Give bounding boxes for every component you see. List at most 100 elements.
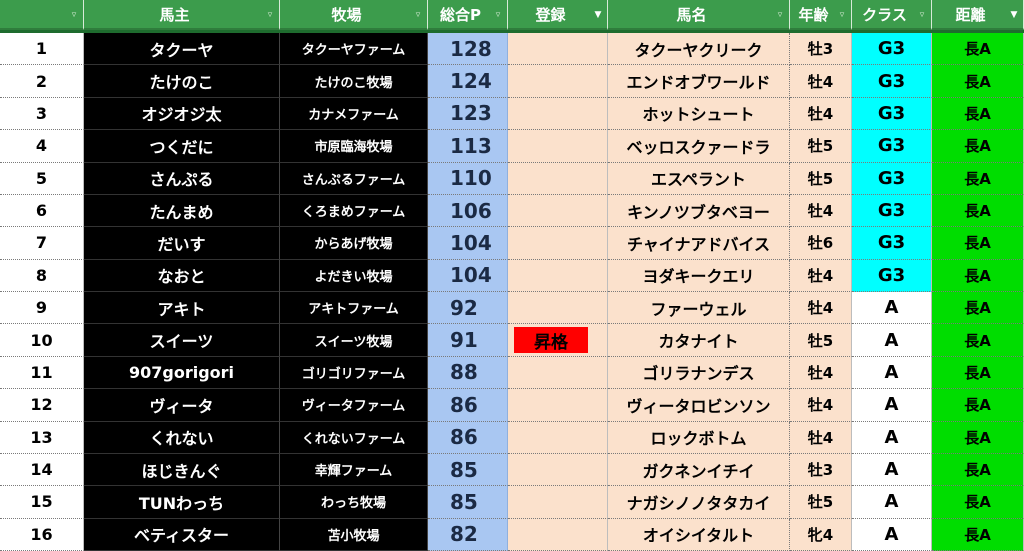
farm-cell[interactable]: 苫小牧場 bbox=[280, 518, 428, 551]
points-cell[interactable]: 104 bbox=[428, 259, 508, 292]
age-cell[interactable]: 牡5 bbox=[790, 486, 852, 519]
horse-name-cell[interactable]: ファーウェル bbox=[608, 292, 790, 325]
owner-cell[interactable]: ヴィータ bbox=[84, 389, 280, 422]
class-cell[interactable]: G3 bbox=[852, 162, 932, 195]
points-cell[interactable]: 92 bbox=[428, 292, 508, 325]
rank-cell[interactable]: 16 bbox=[0, 518, 84, 551]
horse-name-cell[interactable]: エスペラント bbox=[608, 162, 790, 195]
owner-cell[interactable]: 907gorigori bbox=[84, 356, 280, 390]
horse-name-cell[interactable]: ホットシュート bbox=[608, 97, 790, 131]
registration-cell[interactable] bbox=[508, 65, 608, 98]
horse-name-cell[interactable]: ナガシノノタタカイ bbox=[608, 486, 790, 519]
points-cell[interactable]: 106 bbox=[428, 194, 508, 228]
farm-cell[interactable]: アキトファーム bbox=[280, 292, 428, 325]
age-cell[interactable]: 牡4 bbox=[790, 259, 852, 292]
filter-dropdown-icon[interactable]: ▿ bbox=[69, 10, 79, 20]
points-cell[interactable]: 86 bbox=[428, 421, 508, 454]
farm-cell[interactable]: タクーヤファーム bbox=[280, 33, 428, 66]
age-cell[interactable]: 牡4 bbox=[790, 389, 852, 422]
header-registration[interactable]: 登録 ▼ bbox=[508, 0, 608, 30]
distance-cell[interactable]: 長A bbox=[932, 453, 1024, 487]
points-cell[interactable]: 104 bbox=[428, 227, 508, 260]
horse-name-cell[interactable]: オイシイタルト bbox=[608, 518, 790, 551]
distance-cell[interactable]: 長A bbox=[932, 324, 1024, 357]
registration-cell[interactable] bbox=[508, 130, 608, 163]
distance-cell[interactable]: 長A bbox=[932, 162, 1024, 195]
rank-cell[interactable]: 4 bbox=[0, 130, 84, 163]
horse-name-cell[interactable]: ガクネンイチイ bbox=[608, 453, 790, 487]
distance-cell[interactable]: 長A bbox=[932, 356, 1024, 390]
farm-cell[interactable]: わっち牧場 bbox=[280, 486, 428, 519]
class-cell[interactable]: A bbox=[852, 389, 932, 422]
class-cell[interactable]: G3 bbox=[852, 259, 932, 292]
registration-cell[interactable] bbox=[508, 389, 608, 422]
class-cell[interactable]: A bbox=[852, 324, 932, 357]
owner-cell[interactable]: くれない bbox=[84, 421, 280, 454]
rank-cell[interactable]: 14 bbox=[0, 453, 84, 487]
filter-dropdown-icon[interactable]: ▿ bbox=[775, 10, 785, 20]
class-cell[interactable]: A bbox=[852, 486, 932, 519]
owner-cell[interactable]: つくだに bbox=[84, 130, 280, 163]
rank-cell[interactable]: 11 bbox=[0, 356, 84, 390]
distance-cell[interactable]: 長A bbox=[932, 259, 1024, 292]
age-cell[interactable]: 牡4 bbox=[790, 356, 852, 390]
points-cell[interactable]: 128 bbox=[428, 33, 508, 66]
distance-cell[interactable]: 長A bbox=[932, 65, 1024, 98]
header-farm[interactable]: 牧場 ▿ bbox=[280, 0, 428, 30]
owner-cell[interactable]: オジオジ太 bbox=[84, 97, 280, 131]
registration-cell[interactable] bbox=[508, 421, 608, 454]
header-owner[interactable]: 馬主 ▿ bbox=[84, 0, 280, 30]
registration-cell[interactable]: 昇格 bbox=[508, 324, 608, 357]
header-distance[interactable]: 距離 ▼ bbox=[932, 0, 1024, 30]
points-cell[interactable]: 85 bbox=[428, 486, 508, 519]
farm-cell[interactable]: よだきい牧場 bbox=[280, 259, 428, 292]
rank-cell[interactable]: 2 bbox=[0, 65, 84, 98]
owner-cell[interactable]: たんまめ bbox=[84, 194, 280, 228]
class-cell[interactable]: A bbox=[852, 453, 932, 487]
points-cell[interactable]: 123 bbox=[428, 97, 508, 131]
distance-cell[interactable]: 長A bbox=[932, 389, 1024, 422]
class-cell[interactable]: A bbox=[852, 292, 932, 325]
registration-cell[interactable] bbox=[508, 486, 608, 519]
header-horse[interactable]: 馬名 ▿ bbox=[608, 0, 790, 30]
age-cell[interactable]: 牡3 bbox=[790, 33, 852, 66]
owner-cell[interactable]: TUNわっち bbox=[84, 486, 280, 519]
rank-cell[interactable]: 8 bbox=[0, 259, 84, 292]
distance-cell[interactable]: 長A bbox=[932, 292, 1024, 325]
age-cell[interactable]: 牡4 bbox=[790, 97, 852, 131]
rank-cell[interactable]: 12 bbox=[0, 389, 84, 422]
points-cell[interactable]: 113 bbox=[428, 130, 508, 163]
registration-cell[interactable] bbox=[508, 33, 608, 66]
filter-active-icon[interactable]: ▼ bbox=[593, 10, 603, 20]
filter-dropdown-icon[interactable]: ▿ bbox=[917, 10, 927, 20]
rank-cell[interactable]: 1 bbox=[0, 33, 84, 66]
owner-cell[interactable]: たけのこ bbox=[84, 65, 280, 98]
horse-name-cell[interactable]: チャイナアドバイス bbox=[608, 227, 790, 260]
registration-cell[interactable] bbox=[508, 356, 608, 390]
horse-name-cell[interactable]: キンノツブタベヨー bbox=[608, 194, 790, 228]
registration-cell[interactable] bbox=[508, 453, 608, 487]
filter-dropdown-icon[interactable]: ▿ bbox=[265, 10, 275, 20]
horse-name-cell[interactable]: エンドオブワールド bbox=[608, 65, 790, 98]
distance-cell[interactable]: 長A bbox=[932, 130, 1024, 163]
class-cell[interactable]: A bbox=[852, 356, 932, 390]
points-cell[interactable]: 110 bbox=[428, 162, 508, 195]
horse-name-cell[interactable]: ヨダキークエリ bbox=[608, 259, 790, 292]
farm-cell[interactable]: ヴィータファーム bbox=[280, 389, 428, 422]
filter-dropdown-icon[interactable]: ▿ bbox=[837, 10, 847, 20]
farm-cell[interactable]: 幸輝ファーム bbox=[280, 453, 428, 487]
header-points[interactable]: 総合P ▿ bbox=[428, 0, 508, 30]
points-cell[interactable]: 85 bbox=[428, 453, 508, 487]
horse-name-cell[interactable]: ヴィータロビンソン bbox=[608, 389, 790, 422]
rank-cell[interactable]: 15 bbox=[0, 486, 84, 519]
filter-dropdown-icon[interactable]: ▿ bbox=[413, 10, 423, 20]
class-cell[interactable]: G3 bbox=[852, 65, 932, 98]
farm-cell[interactable]: からあげ牧場 bbox=[280, 227, 428, 260]
age-cell[interactable]: 牡4 bbox=[790, 292, 852, 325]
distance-cell[interactable]: 長A bbox=[932, 227, 1024, 260]
points-cell[interactable]: 124 bbox=[428, 65, 508, 98]
registration-cell[interactable] bbox=[508, 292, 608, 325]
owner-cell[interactable]: タクーヤ bbox=[84, 33, 280, 66]
points-cell[interactable]: 86 bbox=[428, 389, 508, 422]
distance-cell[interactable]: 長A bbox=[932, 486, 1024, 519]
